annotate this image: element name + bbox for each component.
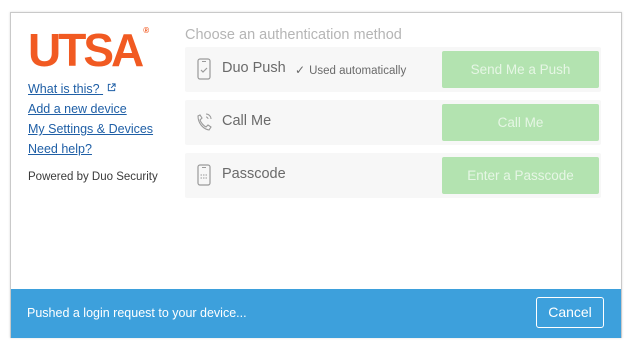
phone-check-icon [197,58,211,80]
method-row-duo-push: Duo Push ✓ Used automatically Send Me a P… [185,47,601,92]
used-automatically-text: Used automatically [309,65,407,77]
duo-push-label: Duo Push [222,60,286,76]
method-row-passcode: Passcode Enter a Passcode [185,153,601,198]
method-row-call-me: Call Me Call Me [185,100,601,145]
what-is-this-link[interactable]: What is this? [28,79,153,99]
what-is-this-label: What is this? [28,82,100,96]
send-push-button[interactable]: Send Me a Push [442,51,599,88]
need-help-link[interactable]: Need help? [28,139,153,159]
phone-passcode-icon [197,164,211,186]
help-links: What is this? Add a new device My Settin… [28,79,153,159]
utsa-logo: UTSA ® [28,24,150,76]
add-device-link[interactable]: Add a new device [28,99,153,119]
passcode-label: Passcode [222,166,286,182]
external-link-icon [107,83,116,92]
logo-registered-mark: ® [143,26,150,35]
status-message: Pushed a login request to your device... [27,306,247,320]
enter-passcode-button[interactable]: Enter a Passcode [442,157,599,194]
cancel-button[interactable]: Cancel [536,297,604,328]
phone-call-icon [197,113,212,131]
call-me-label: Call Me [222,113,272,129]
status-bar: Pushed a login request to your device...… [11,289,621,338]
settings-devices-link[interactable]: My Settings & Devices [28,119,153,139]
logo-text: UTSA [28,24,144,76]
powered-by-text: Powered by Duo Security [28,171,158,183]
checkmark-icon: ✓ [295,63,306,77]
duo-auth-frame: UTSA ® What is this? Add a new device My … [10,12,622,338]
used-automatically-note: ✓ Used automatically [295,63,406,77]
method-heading: Choose an authentication method [185,27,402,43]
call-me-button[interactable]: Call Me [442,104,599,141]
